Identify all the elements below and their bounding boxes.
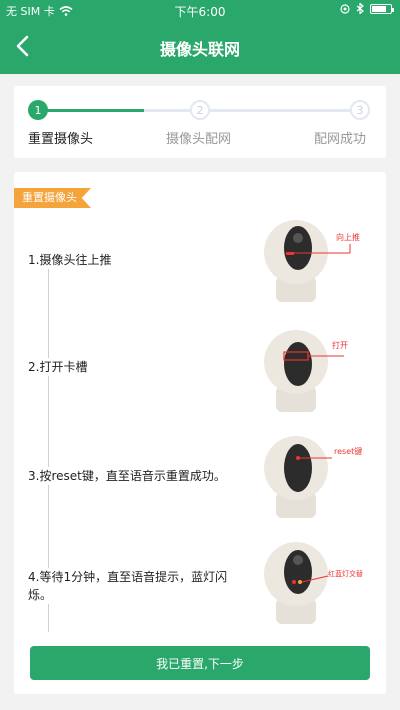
annotation-2: 打开 <box>332 340 348 350</box>
step-2-label: 摄像头配网 <box>166 132 232 147</box>
step-2-circle: 2 <box>190 100 210 120</box>
instruction-3-text: 3.按reset键，直至语音示重置成功。 <box>28 467 248 485</box>
instruction-1-text: 1.摄像头往上推 <box>28 251 248 269</box>
progress-track-complete <box>38 109 144 112</box>
progress-track-remaining <box>144 109 362 112</box>
step-1-label: 重置摄像头 <box>28 132 94 147</box>
step-3-circle: 3 <box>350 100 370 120</box>
next-step-button[interactable]: 我已重置,下一步 <box>30 646 370 680</box>
status-right <box>340 3 394 14</box>
camera-illustration-2: 打开 <box>254 324 364 416</box>
status-bar: 无 SIM 卡 下午6:00 <box>0 0 400 20</box>
location-icon <box>340 3 350 14</box>
step-1-circle: 1 <box>28 100 48 120</box>
instruction-4-text: 4.等待1分钟，直至语音提示，蓝灯闪烁。 <box>28 568 250 604</box>
annotation-3: reset键 <box>334 446 362 456</box>
annotation-1: 向上推 <box>336 232 360 242</box>
bluetooth-icon <box>356 3 364 14</box>
camera-illustration-4: 红蓝灯交替 <box>254 536 364 628</box>
battery-icon <box>370 3 394 14</box>
progress-card: 1 2 3 重置摄像头 摄像头配网 配网成功 <box>14 86 386 158</box>
camera-illustration-3: reset键 <box>254 430 364 522</box>
annotation-4: 红蓝灯交替 <box>328 569 363 578</box>
step-3-label: 配网成功 <box>314 132 367 147</box>
instructions-card: 重置摄像头 1.摄像头往上推 2.打开卡槽 3.按reset键，直至语音示重置成… <box>14 172 386 694</box>
page-title: 摄像头联网 <box>159 40 240 59</box>
app-header: 无 SIM 卡 下午6:00 摄像头联网 <box>0 0 400 74</box>
instruction-2-text: 2.打开卡槽 <box>28 358 248 376</box>
camera-illustration-1: 向上推 <box>254 214 364 306</box>
section-tag: 重置摄像头 <box>14 188 91 208</box>
